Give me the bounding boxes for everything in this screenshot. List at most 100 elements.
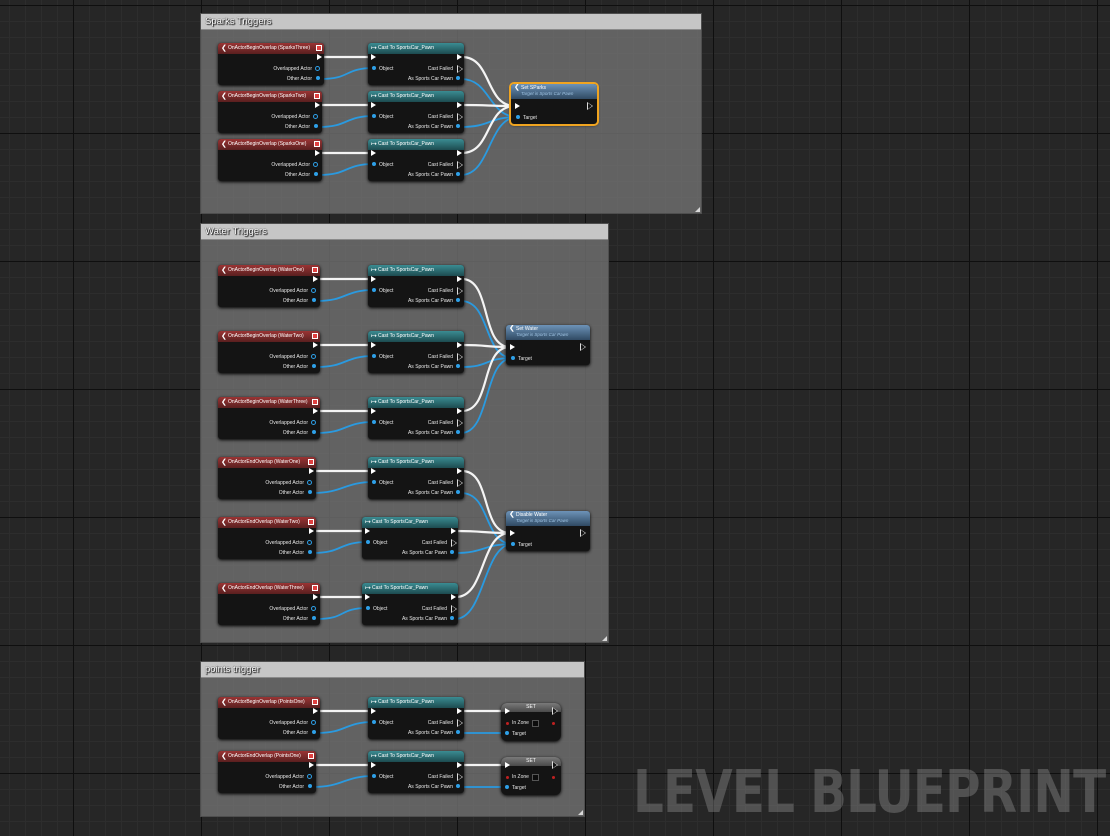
cast-node[interactable]: ↦ Cast To SportsCar_Pawn Object Cast Failed… [368,91,464,133]
object-pin[interactable] [372,354,376,358]
other-actor-pin[interactable] [312,430,316,434]
cast-failed-exec-pin[interactable] [457,419,463,427]
set-node[interactable]: SET In Zone Target [501,703,561,741]
exec-out-pin[interactable] [457,468,462,474]
exec-out-pin[interactable] [309,528,314,534]
exec-in-pin[interactable] [505,708,510,714]
exec-out-pin[interactable] [317,54,322,60]
as-sports-car-pawn-pin[interactable] [456,364,460,368]
exec-out-pin[interactable] [457,408,462,414]
as-sports-car-pawn-pin[interactable] [450,550,454,554]
overlapped-actor-pin[interactable] [311,354,316,359]
cast-failed-exec-pin[interactable] [457,161,463,169]
object-pin[interactable] [372,288,376,292]
exec-in-pin[interactable] [371,150,376,156]
cast-failed-exec-pin[interactable] [457,65,463,73]
as-sports-car-pawn-pin[interactable] [456,430,460,434]
as-sports-car-pawn-pin[interactable] [456,172,460,176]
as-sports-car-pawn-pin[interactable] [456,490,460,494]
exec-out-pin[interactable] [457,102,462,108]
target-pin[interactable] [505,785,509,789]
other-actor-pin[interactable] [312,616,316,620]
resize-handle[interactable] [578,810,583,815]
delegate-pin-icon[interactable] [308,459,314,465]
exec-out-pin[interactable] [451,594,456,600]
cast-node[interactable]: ↦ Cast To SportsCar_Pawn Object Cast Failed… [368,265,464,307]
cast-failed-exec-pin[interactable] [457,287,463,295]
exec-in-pin[interactable] [371,762,376,768]
other-actor-pin[interactable] [312,364,316,368]
event-node[interactable]: ❮ OnActorBeginOverlap (WaterTwo) Overlappe… [218,331,320,373]
exec-out-pin[interactable] [552,707,558,715]
event-node[interactable]: ❮ OnActorEndOverlap (PointsOne) Overlapped… [218,751,316,793]
comment-title[interactable]: points trigger [201,662,584,678]
delegate-pin-icon[interactable] [308,753,314,759]
other-actor-pin[interactable] [314,124,318,128]
target-pin[interactable] [511,542,515,546]
exec-in-pin[interactable] [371,342,376,348]
exec-out-pin[interactable] [457,762,462,768]
other-actor-pin[interactable] [316,76,320,80]
exec-in-pin[interactable] [510,344,515,350]
exec-out-pin[interactable] [309,762,314,768]
cast-failed-exec-pin[interactable] [457,773,463,781]
overlapped-actor-pin[interactable] [313,162,318,167]
as-sports-car-pawn-pin[interactable] [456,76,460,80]
overlapped-actor-pin[interactable] [313,114,318,119]
exec-in-pin[interactable] [365,594,370,600]
object-pin[interactable] [366,606,370,610]
event-node[interactable]: ❮ OnActorEndOverlap (WaterThree) Overlappe… [218,583,320,625]
cast-node[interactable]: ↦ Cast To SportsCar_Pawn Object Cast Failed… [368,331,464,373]
exec-in-pin[interactable] [371,468,376,474]
event-node[interactable]: ❮ OnActorBeginOverlap (WaterThree) Overlap… [218,397,320,439]
exec-out-pin[interactable] [451,528,456,534]
exec-out-pin[interactable] [552,761,558,769]
event-node[interactable]: ❮ OnActorBeginOverlap (SparksTwo) Overlapp… [218,91,322,133]
in-zone-out-pin[interactable] [552,776,555,779]
exec-in-pin[interactable] [510,530,515,536]
cast-failed-exec-pin[interactable] [457,479,463,487]
cast-node[interactable]: ↦ Cast To SportsCar_Pawn Object Cast Failed… [362,517,458,559]
delegate-pin-icon[interactable] [314,93,320,99]
function-node[interactable]: ❮ Set SParks Target is Sports Car Pawn Targ… [509,82,599,126]
other-actor-pin[interactable] [308,490,312,494]
comment-title[interactable]: Sparks Triggers [201,14,701,30]
exec-in-pin[interactable] [371,102,376,108]
object-pin[interactable] [372,774,376,778]
delegate-pin-icon[interactable] [316,45,322,51]
as-sports-car-pawn-pin[interactable] [456,298,460,302]
overlapped-actor-pin[interactable] [307,774,312,779]
event-node[interactable]: ❮ OnActorBeginOverlap (SparksThree) Overla… [218,43,324,85]
cast-node[interactable]: ↦ Cast To SportsCar_Pawn Object Cast Failed… [368,397,464,439]
event-node[interactable]: ❮ OnActorBeginOverlap (PointsOne) Overlapp… [218,697,320,739]
object-pin[interactable] [372,114,376,118]
resize-handle[interactable] [602,636,607,641]
function-node[interactable]: ❮ Set Water Target is Sports Car Pawn Targe… [506,325,590,365]
exec-out-pin[interactable] [457,54,462,60]
object-pin[interactable] [372,162,376,166]
overlapped-actor-pin[interactable] [307,480,312,485]
comment-title[interactable]: Water Triggers [201,224,608,240]
exec-in-pin[interactable] [371,408,376,414]
exec-out-pin[interactable] [313,342,318,348]
event-node[interactable]: ❮ OnActorBeginOverlap (WaterOne) Overlappe… [218,265,320,307]
exec-out-pin[interactable] [457,342,462,348]
cast-node[interactable]: ↦ Cast To SportsCar_Pawn Object Cast Failed… [368,43,464,85]
overlapped-actor-pin[interactable] [315,66,320,71]
object-pin[interactable] [372,720,376,724]
exec-out-pin[interactable] [313,408,318,414]
exec-out-pin[interactable] [315,102,320,108]
target-pin[interactable] [516,115,520,119]
in-zone-pin[interactable] [506,776,509,779]
exec-in-pin[interactable] [515,103,520,109]
resize-handle[interactable] [695,207,700,212]
other-actor-pin[interactable] [308,784,312,788]
in-zone-checkbox[interactable] [532,774,539,781]
exec-in-pin[interactable] [371,708,376,714]
exec-in-pin[interactable] [365,528,370,534]
cast-failed-exec-pin[interactable] [451,539,457,547]
other-actor-pin[interactable] [308,550,312,554]
object-pin[interactable] [372,420,376,424]
other-actor-pin[interactable] [312,730,316,734]
overlapped-actor-pin[interactable] [311,606,316,611]
